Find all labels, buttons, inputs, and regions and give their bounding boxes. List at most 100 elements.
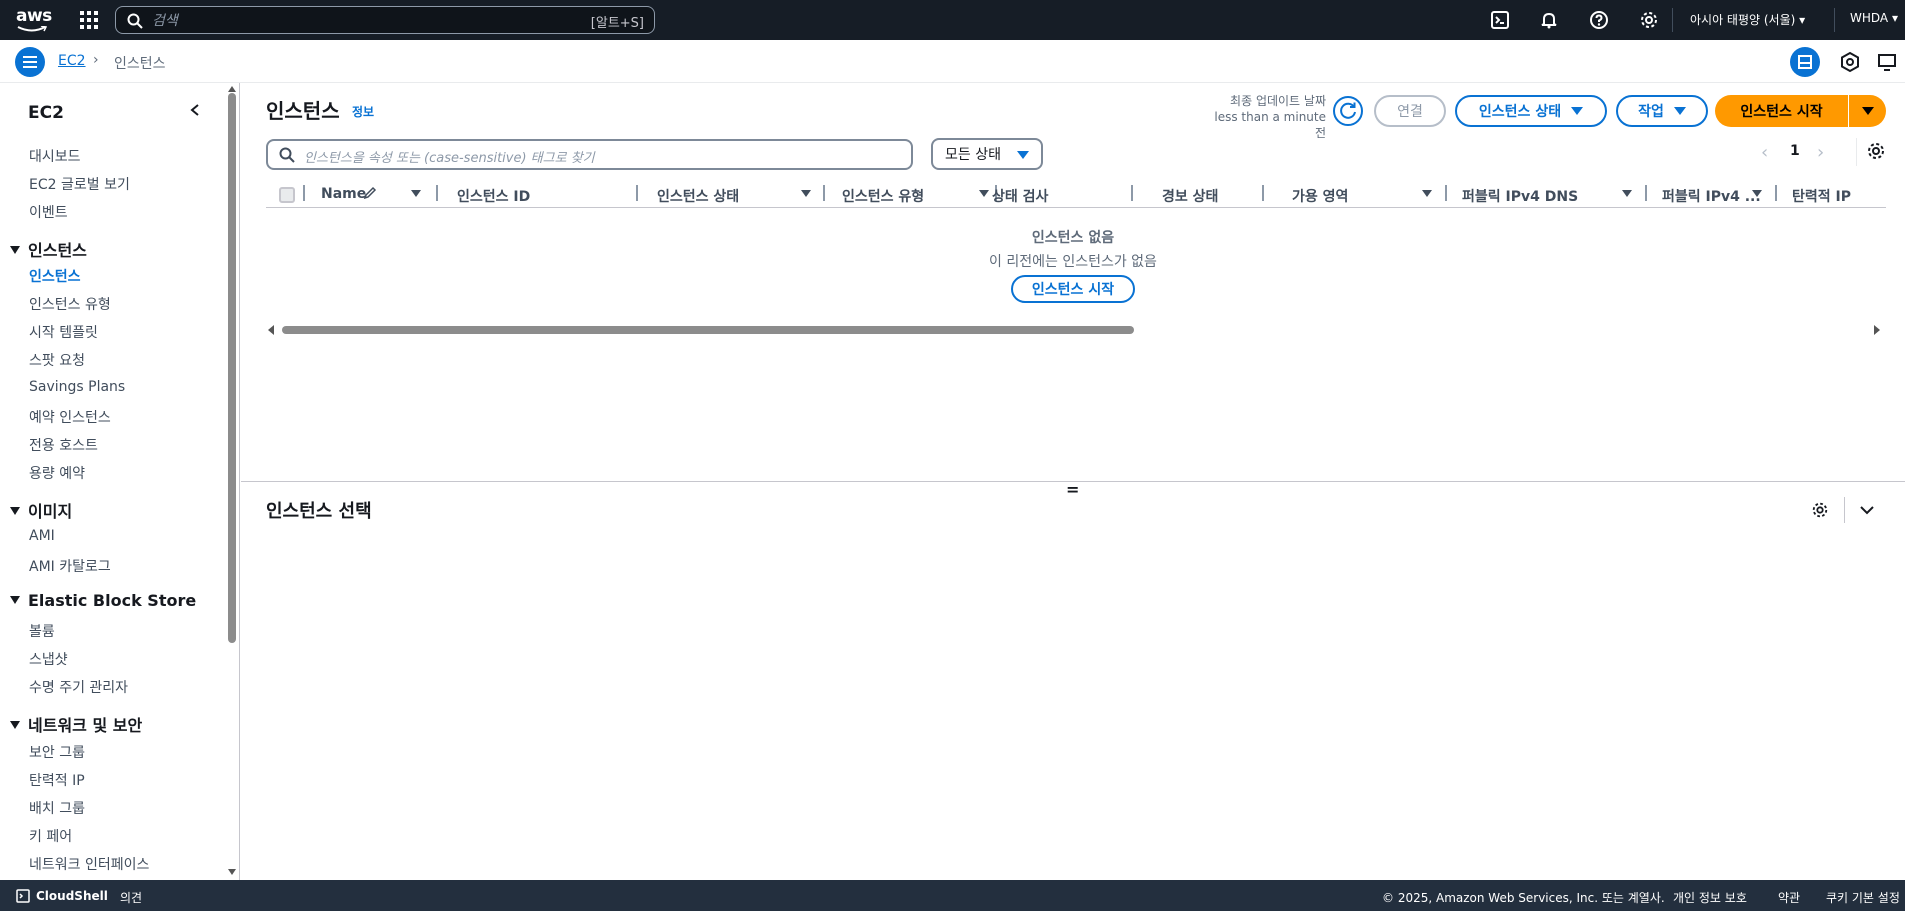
- sidebar-item-ami-catalog[interactable]: AMI 카탈로그: [29, 556, 111, 576]
- page-number[interactable]: 1: [1790, 143, 1800, 159]
- launch-dropdown-button[interactable]: [1849, 95, 1886, 127]
- settings-gear-icon[interactable]: [1639, 10, 1659, 30]
- table-horizontal-scrollbar[interactable]: [282, 326, 1134, 334]
- column-instance-state[interactable]: 인스턴스 상태: [657, 186, 739, 206]
- cloudshell-icon[interactable]: [1490, 10, 1510, 30]
- services-grid-icon[interactable]: [80, 11, 98, 29]
- privacy-link[interactable]: 개인 정보 보호: [1673, 889, 1747, 906]
- sidebar-item-dashboard[interactable]: 대시보드: [29, 146, 81, 166]
- breadcrumb-ec2-link[interactable]: EC2: [58, 53, 86, 69]
- scroll-right-arrow-icon[interactable]: [1874, 325, 1880, 335]
- sidebar-item-placement-groups[interactable]: 배치 그룹: [29, 798, 85, 818]
- refresh-icon: [1340, 102, 1356, 119]
- sort-caret-icon[interactable]: [1752, 190, 1762, 197]
- column-status-check[interactable]: 상태 검사: [992, 186, 1048, 206]
- state-filter-value: 모든 상태: [945, 147, 1001, 163]
- refresh-button[interactable]: [1333, 96, 1363, 126]
- column-elastic-ip[interactable]: 탄력적 IP: [1792, 186, 1851, 206]
- sidebar-section-label: 네트워크 및 보안: [28, 716, 143, 735]
- sidebar-section-instances[interactable]: 인스턴스: [10, 237, 87, 261]
- empty-launch-instances-button[interactable]: 인스턴스 시작: [1011, 275, 1135, 303]
- split-panel-chevron-down-icon[interactable]: [1859, 503, 1875, 517]
- sidebar-item-dedicated-hosts[interactable]: 전용 호스트: [29, 435, 98, 455]
- sidebar-item-network-interfaces[interactable]: 네트워크 인터페이스: [29, 854, 149, 874]
- sidebar-item-elastic-ips[interactable]: 탄력적 IP: [29, 770, 85, 790]
- column-instance-id[interactable]: 인스턴스 ID: [457, 186, 530, 206]
- split-panel-settings-gear-icon[interactable]: [1811, 501, 1829, 519]
- state-filter-select[interactable]: 모든 상태: [931, 138, 1043, 170]
- page-prev-chevron-icon[interactable]: ‹: [1761, 142, 1768, 163]
- page-next-chevron-icon[interactable]: ›: [1817, 142, 1824, 163]
- screen-tools-icon[interactable]: [1876, 51, 1898, 73]
- sidebar-item-reserved-instances[interactable]: 예약 인스턴스: [29, 407, 111, 427]
- instance-state-button[interactable]: 인스턴스 상태: [1455, 95, 1607, 127]
- launch-instances-button[interactable]: 인스턴스 시작: [1715, 95, 1848, 127]
- sidebar-item-capacity-reservations[interactable]: 용량 예약: [29, 463, 85, 483]
- global-search-input[interactable]: 검색 [알트+S]: [115, 6, 655, 34]
- split-panel-toggle-icon[interactable]: [1790, 47, 1820, 77]
- actions-button[interactable]: 작업: [1616, 95, 1708, 127]
- sort-caret-icon[interactable]: [411, 190, 421, 197]
- caret-down-icon: [10, 595, 20, 604]
- account-menu[interactable]: WHDA ▾: [1850, 11, 1898, 25]
- instance-filter-input[interactable]: 인스턴스을 속성 또는 (case-sensitive) 태그로 찾기: [266, 139, 913, 170]
- info-link[interactable]: 정보: [352, 103, 374, 120]
- sidebar-item-launch-templates[interactable]: 시작 템플릿: [29, 322, 98, 342]
- connect-button[interactable]: 연결: [1374, 95, 1446, 127]
- sidebar-scrollbar[interactable]: [228, 93, 236, 643]
- region-selector[interactable]: 아시아 태평양 (서울) ▾: [1690, 11, 1805, 28]
- caret-down-icon: [10, 506, 20, 515]
- column-availability-zone[interactable]: 가용 영역: [1292, 186, 1348, 206]
- sort-caret-icon[interactable]: [801, 190, 811, 197]
- column-alarm-status[interactable]: 경보 상태: [1162, 186, 1218, 206]
- split-panel-resize-handle[interactable]: =: [1066, 480, 1079, 499]
- sidebar-item-key-pairs[interactable]: 키 페어: [29, 826, 72, 846]
- sidebar-item-snapshots[interactable]: 스냅샷: [29, 649, 68, 669]
- column-name[interactable]: Name: [321, 186, 366, 202]
- search-placeholder: 검색: [152, 13, 178, 29]
- main-content: 인스턴스 정보 최종 업데이트 날짜 less than a minute 전 …: [241, 83, 1905, 880]
- cloudshell-link[interactable]: CloudShell: [36, 889, 108, 903]
- tools-hexagon-icon[interactable]: [1839, 51, 1861, 73]
- sort-caret-icon[interactable]: [1422, 190, 1432, 197]
- sidebar-section-images[interactable]: 이미지: [10, 498, 72, 522]
- sidebar-item-instances[interactable]: 인스턴스: [29, 266, 81, 286]
- sidebar-item-lifecycle-manager[interactable]: 수명 주기 관리자: [29, 677, 128, 697]
- aws-logo[interactable]: aws: [16, 6, 52, 34]
- sidebar-item-events[interactable]: 이벤트: [29, 202, 68, 222]
- last-updated: 최종 업데이트 날짜 less than a minute 전: [1206, 93, 1326, 141]
- preferences-gear-icon[interactable]: [1866, 141, 1886, 161]
- terms-link[interactable]: 약관: [1778, 889, 1800, 906]
- column-public-ipv4-dns[interactable]: 퍼블릭 IPv4 DNS: [1462, 186, 1578, 206]
- split-panel-title: 인스턴스 선택: [266, 501, 372, 522]
- select-all-checkbox[interactable]: [279, 187, 295, 203]
- caret-down-icon: [1571, 107, 1584, 115]
- scroll-left-arrow-icon[interactable]: [268, 325, 274, 335]
- help-icon[interactable]: [1589, 10, 1609, 30]
- sidebar-section-label: Elastic Block Store: [28, 591, 197, 610]
- notifications-bell-icon[interactable]: [1539, 10, 1559, 30]
- filter-placeholder: 인스턴스을 속성 또는 (case-sensitive) 태그로 찾기: [304, 151, 595, 166]
- column-public-ipv4[interactable]: 퍼블릭 IPv4 ...: [1662, 186, 1761, 206]
- sidebar-item-spot-requests[interactable]: 스팟 요청: [29, 350, 85, 370]
- sidebar-item-security-groups[interactable]: 보안 그룹: [29, 742, 85, 762]
- feedback-link[interactable]: 의견: [120, 889, 142, 906]
- sort-caret-icon[interactable]: [1622, 190, 1632, 197]
- sidebar-section-ebs[interactable]: Elastic Block Store: [10, 591, 196, 610]
- sidebar-collapse-chevron-left-icon[interactable]: [188, 103, 202, 117]
- sidebar-item-ami[interactable]: AMI: [29, 528, 55, 544]
- cookie-preferences-link[interactable]: 쿠키 기본 설정: [1826, 889, 1900, 906]
- sidebar-item-savings-plans[interactable]: Savings Plans: [29, 379, 125, 395]
- actions-label: 작업: [1638, 104, 1664, 120]
- table-header: Name 인스턴스 ID 인스턴스 상태 인스턴스 유형 상태 검사 경보 상태…: [266, 180, 1886, 208]
- side-nav-toggle-button[interactable]: [15, 47, 45, 77]
- page-title: 인스턴스: [266, 99, 340, 123]
- sidebar-item-global-view[interactable]: EC2 글로벌 보기: [29, 174, 130, 194]
- scroll-down-arrow-icon[interactable]: [228, 869, 236, 875]
- column-instance-type[interactable]: 인스턴스 유형: [842, 186, 924, 206]
- sidebar-item-volumes[interactable]: 볼륨: [29, 621, 55, 641]
- sort-caret-icon[interactable]: [979, 190, 989, 197]
- scroll-up-arrow-icon[interactable]: [228, 86, 236, 92]
- sidebar-item-instance-types[interactable]: 인스턴스 유형: [29, 294, 111, 314]
- sidebar-section-network-security[interactable]: 네트워크 및 보안: [10, 712, 142, 736]
